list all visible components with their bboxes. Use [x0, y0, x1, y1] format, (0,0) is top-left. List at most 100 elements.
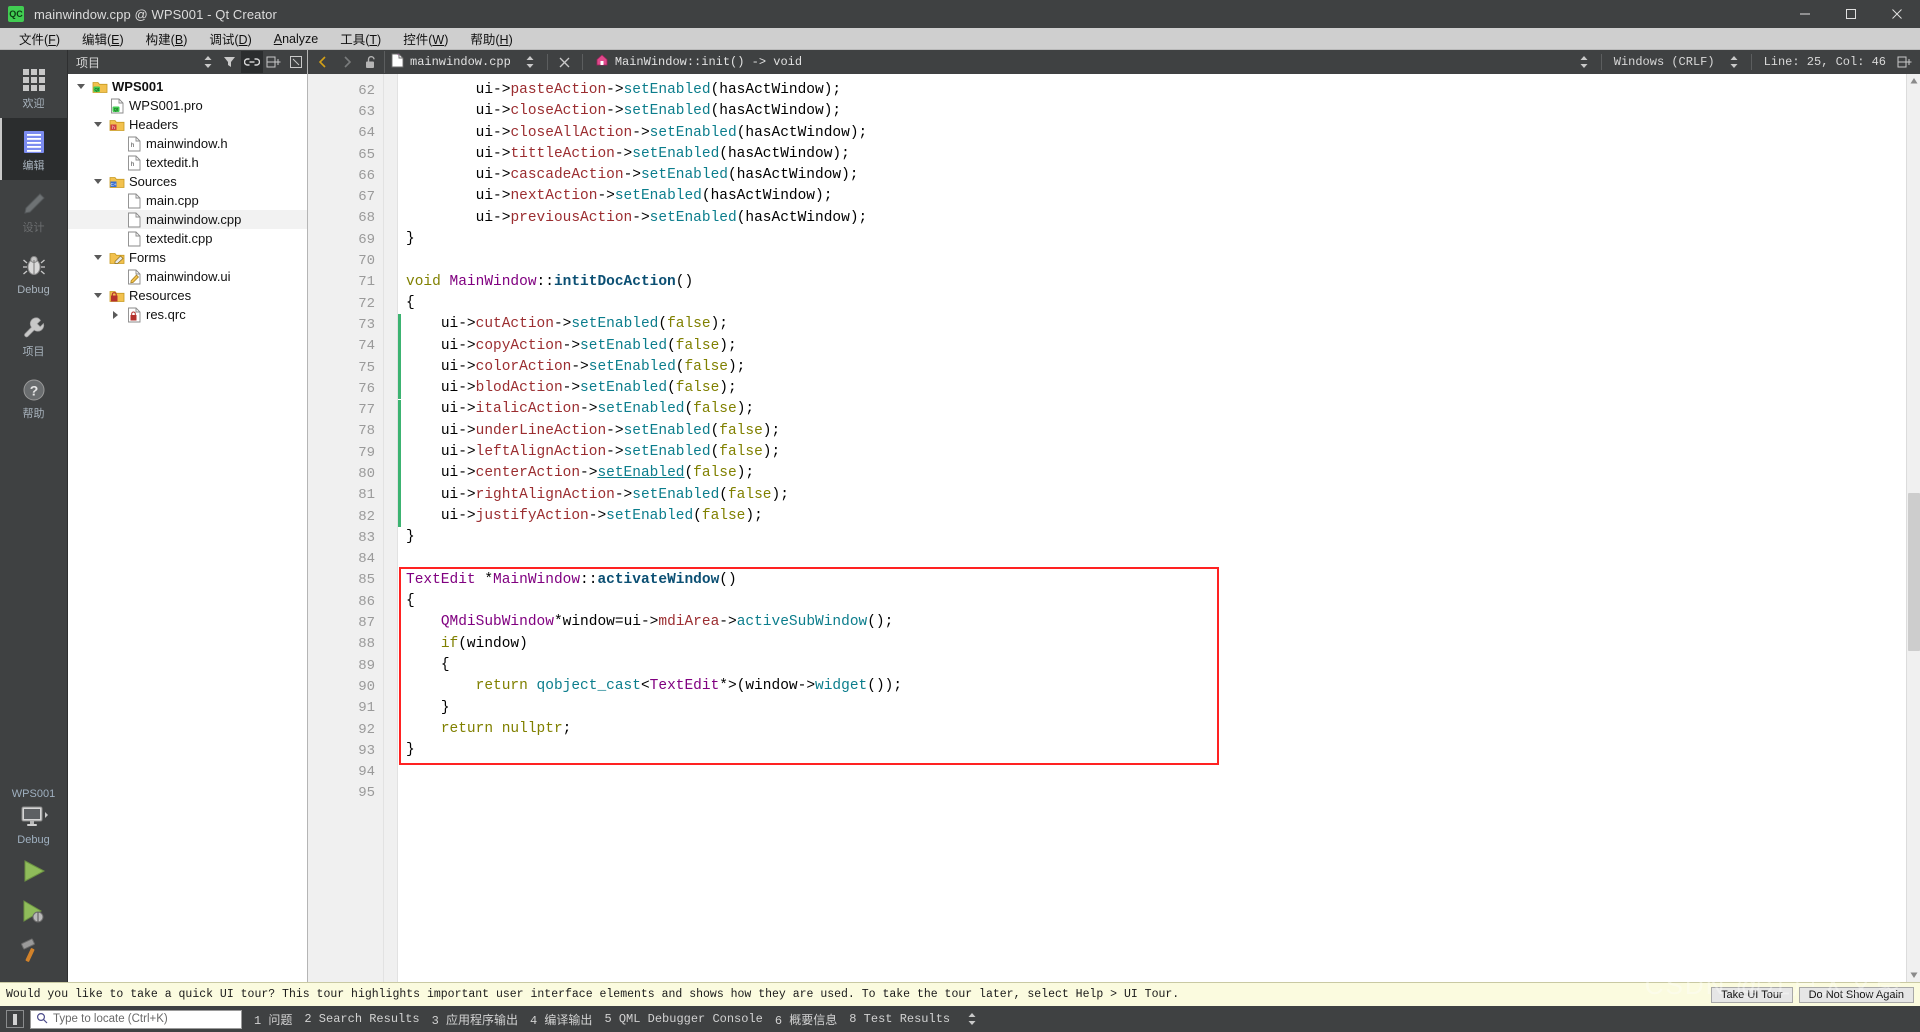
menu-item-4[interactable]: 调试(D) — [198, 27, 262, 50]
menu-item-7[interactable]: 控件(W) — [392, 27, 459, 50]
code-token: ( — [667, 380, 676, 397]
fold-marker-icon[interactable] — [384, 634, 397, 655]
code-token: ui — [440, 444, 459, 461]
menu-item-5[interactable]: Analyze — [263, 30, 329, 48]
mode-帮助[interactable]: ? 帮助 — [0, 366, 67, 428]
tree-item-wps001[interactable]: Qt WPS001 — [68, 77, 307, 96]
output-pane-button-8[interactable]: 8 Test Results — [843, 1012, 956, 1026]
mode-设计[interactable]: 设计 — [0, 180, 67, 242]
code-token: -> — [562, 337, 581, 354]
split-icon[interactable] — [263, 51, 285, 73]
do-not-show-again-button[interactable]: Do Not Show Again — [1798, 986, 1914, 1003]
minimize-button[interactable] — [1782, 0, 1828, 28]
symbol-selector[interactable]: MainWindow::init() -> void — [589, 51, 808, 73]
fold-column[interactable] — [384, 74, 398, 982]
code-editor[interactable]: 62 63 64 65 66 67 68 69 70 71 72 73 74 75 76 77 78 79 80 81… — [308, 74, 1920, 982]
document-dropdown-icon[interactable] — [519, 51, 541, 73]
code-token: ui — [475, 145, 494, 162]
menu-item-8[interactable]: 帮助(H) — [459, 27, 523, 50]
tree-item-res-qrc[interactable]: res.qrc — [68, 305, 307, 324]
code-token: setEnabled — [632, 145, 720, 162]
link-icon[interactable] — [241, 51, 263, 73]
maximize-button[interactable] — [1828, 0, 1874, 28]
chevron-left-icon[interactable] — [312, 51, 334, 73]
ui-tour-bar: Would you like to take a quick UI tour? … — [0, 982, 1920, 1006]
tree-item-resources[interactable]: Resources — [68, 286, 307, 305]
open-document-selector[interactable]: + mainwindow.cpp — [384, 51, 517, 73]
output-pane-button-2[interactable]: 2 Search Results — [298, 1012, 425, 1026]
code-token: false — [667, 316, 711, 333]
tree-item-mainwindow-h[interactable]: h mainwindow.h — [68, 134, 307, 153]
code-line: QMdiSubWindow*window=ui->mdiArea->active… — [406, 612, 1906, 633]
locator-input[interactable]: Type to locate (Ctrl+K) — [30, 1009, 242, 1029]
output-pane-button-4[interactable]: 4 编译输出 — [524, 1011, 598, 1028]
code-text-area[interactable]: ui->pasteAction->setEnabled(hasActWindow… — [398, 74, 1906, 982]
fold-marker-icon[interactable] — [384, 272, 397, 293]
tree-item-textedit-cpp[interactable]: textedit.cpp — [68, 229, 307, 248]
tree-twisty-down-icon[interactable] — [91, 122, 105, 127]
line-ending-dropdown-icon[interactable] — [1573, 51, 1595, 73]
tree-item-mainwindow-cpp[interactable]: mainwindow.cpp — [68, 210, 307, 229]
more-panes-icon[interactable] — [962, 1012, 978, 1026]
output-pane-button-3[interactable]: 3 应用程序输出 — [426, 1011, 524, 1028]
tree-item-label: res.qrc — [146, 306, 186, 322]
scroll-thumb[interactable] — [1907, 492, 1920, 652]
menu-item-1[interactable]: 文件(F) — [8, 27, 71, 50]
editor-vertical-scrollbar[interactable] — [1906, 74, 1920, 982]
close-pane-icon[interactable] — [285, 51, 307, 73]
toggle-sidebar-button[interactable] — [6, 1010, 24, 1028]
tree-twisty-down-icon[interactable] — [91, 255, 105, 260]
funnel-icon[interactable] — [219, 51, 241, 73]
fold-marker-icon[interactable] — [384, 570, 397, 591]
scroll-track[interactable] — [1907, 88, 1920, 968]
tree-item-wps001-pro[interactable]: Qt WPS001.pro — [68, 96, 307, 115]
tree-item-mainwindow-ui[interactable]: mainwindow.ui — [68, 267, 307, 286]
tree-item-textedit-h[interactable]: h textedit.h — [68, 153, 307, 172]
kit-selector[interactable]: WPS001 Debug — [0, 782, 67, 856]
code-token: tittleAction — [510, 145, 615, 162]
scroll-down-arrow[interactable] — [1907, 968, 1920, 982]
tree-item-sources[interactable]: C+ Sources — [68, 172, 307, 191]
mode-项目[interactable]: 项目 — [0, 304, 67, 366]
mode-Debug[interactable]: Debug — [0, 242, 67, 304]
tree-item-headers[interactable]: h Headers — [68, 115, 307, 134]
output-pane-button-1[interactable]: 1 问题 — [248, 1011, 298, 1028]
tree-twisty-down-icon[interactable] — [91, 293, 105, 298]
unlocked-icon[interactable] — [360, 51, 382, 73]
code-token: ui — [475, 124, 494, 141]
chevron-right-icon[interactable] — [336, 51, 358, 73]
scroll-up-arrow[interactable] — [1907, 74, 1920, 88]
tree-item-main-cpp[interactable]: main.cpp — [68, 191, 307, 210]
tree-twisty-down-icon[interactable] — [74, 84, 88, 89]
mode-编辑[interactable]: 编辑 — [0, 118, 67, 180]
line-number: 84 — [358, 551, 375, 568]
tree-twisty-down-icon[interactable] — [91, 179, 105, 184]
mode-欢迎[interactable]: 欢迎 — [0, 56, 67, 118]
tree-item-forms[interactable]: Forms — [68, 248, 307, 267]
debug-button[interactable] — [17, 896, 51, 926]
project-tree[interactable]: Qt WPS001 Qt WPS001.pro h Headers h mainwindow.… — [68, 74, 307, 982]
line-ending-label[interactable]: Windows (CRLF) — [1608, 55, 1721, 69]
output-pane-button-5[interactable]: 5 QML Debugger Console — [598, 1012, 768, 1026]
code-token: -> — [571, 358, 589, 375]
tree-twisty-right-icon[interactable] — [108, 310, 122, 319]
build-button[interactable] — [17, 936, 51, 966]
output-pane-button-6[interactable]: 6 概要信息 — [769, 1011, 843, 1028]
code-token: hasActWindow — [710, 188, 815, 205]
menu-item-6[interactable]: 工具(T) — [329, 27, 392, 50]
window-title: mainwindow.cpp @ WPS001 - Qt Creator — [34, 6, 277, 22]
run-button[interactable] — [17, 856, 51, 886]
take-ui-tour-button[interactable]: Take UI Tour — [1711, 986, 1793, 1003]
updown-arrows-icon[interactable] — [197, 51, 219, 73]
code-token: ); — [762, 444, 781, 461]
close-document-icon[interactable] — [554, 51, 576, 73]
menu-item-3[interactable]: 构建(B) — [135, 27, 199, 50]
line-number: 80 — [358, 465, 375, 482]
split-editor-icon[interactable] — [1894, 51, 1916, 73]
encoding-dropdown-icon[interactable] — [1723, 51, 1745, 73]
close-button[interactable] — [1874, 0, 1920, 28]
menu-item-2[interactable]: 编辑(E) — [71, 27, 135, 50]
